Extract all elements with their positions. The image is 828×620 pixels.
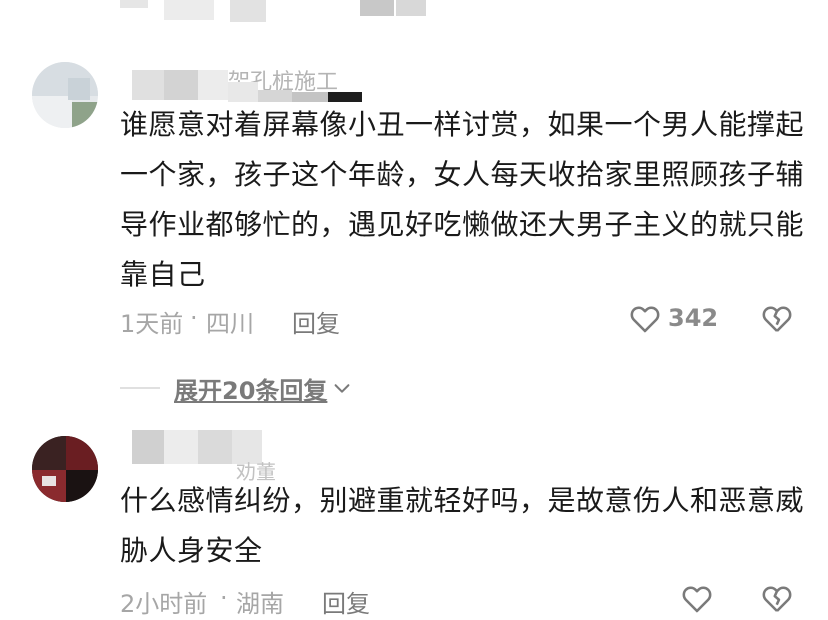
comment-location: 四川 xyxy=(206,310,254,338)
heart-outline-icon xyxy=(630,306,660,333)
dislike-button[interactable] xyxy=(760,302,794,336)
chevron-down-icon[interactable] xyxy=(331,377,353,399)
meta-separator: · xyxy=(220,584,228,612)
username[interactable]: 架孔桩施工 xyxy=(132,62,372,102)
heart-outline-icon xyxy=(682,586,712,613)
comment-text: 谁愿意对着屏幕像小丑一样讨赏，如果一个男人能撑起一个家，孩子这个年龄，女人每天收… xyxy=(120,108,805,291)
like-button[interactable] xyxy=(628,302,662,336)
comment-text: 什么感情纠纷，别避重就轻好吗，是故意伤人和恶意威胁人身安全 xyxy=(120,484,805,567)
expand-replies-label[interactable]: 展开20条回复 xyxy=(174,371,327,406)
comment-1: 架孔桩施工 谁愿意对着屏幕像小丑一样讨赏，如果一个男人能撑起一个家，孩子这个年龄… xyxy=(0,40,828,350)
comment-time: 1天前 xyxy=(120,310,184,338)
broken-heart-icon xyxy=(762,586,792,612)
expand-divider xyxy=(120,387,160,389)
previous-comment-fragment xyxy=(120,0,440,24)
meta-separator: · xyxy=(190,304,198,332)
username[interactable]: 劝董 xyxy=(132,428,312,484)
like-button[interactable] xyxy=(680,582,714,616)
like-count: 342 xyxy=(668,304,719,332)
reply-button[interactable]: 回复 xyxy=(292,304,340,339)
avatar[interactable] xyxy=(32,436,98,502)
dislike-button[interactable] xyxy=(760,582,794,616)
comment-2: 劝董 什么感情纠纷，别避重就轻好吗，是故意伤人和恶意威胁人身安全 2小时前 · … xyxy=(0,420,828,618)
expand-replies[interactable]: 展开20条回复 xyxy=(120,368,353,408)
avatar[interactable] xyxy=(32,62,98,128)
broken-heart-icon xyxy=(762,306,792,332)
